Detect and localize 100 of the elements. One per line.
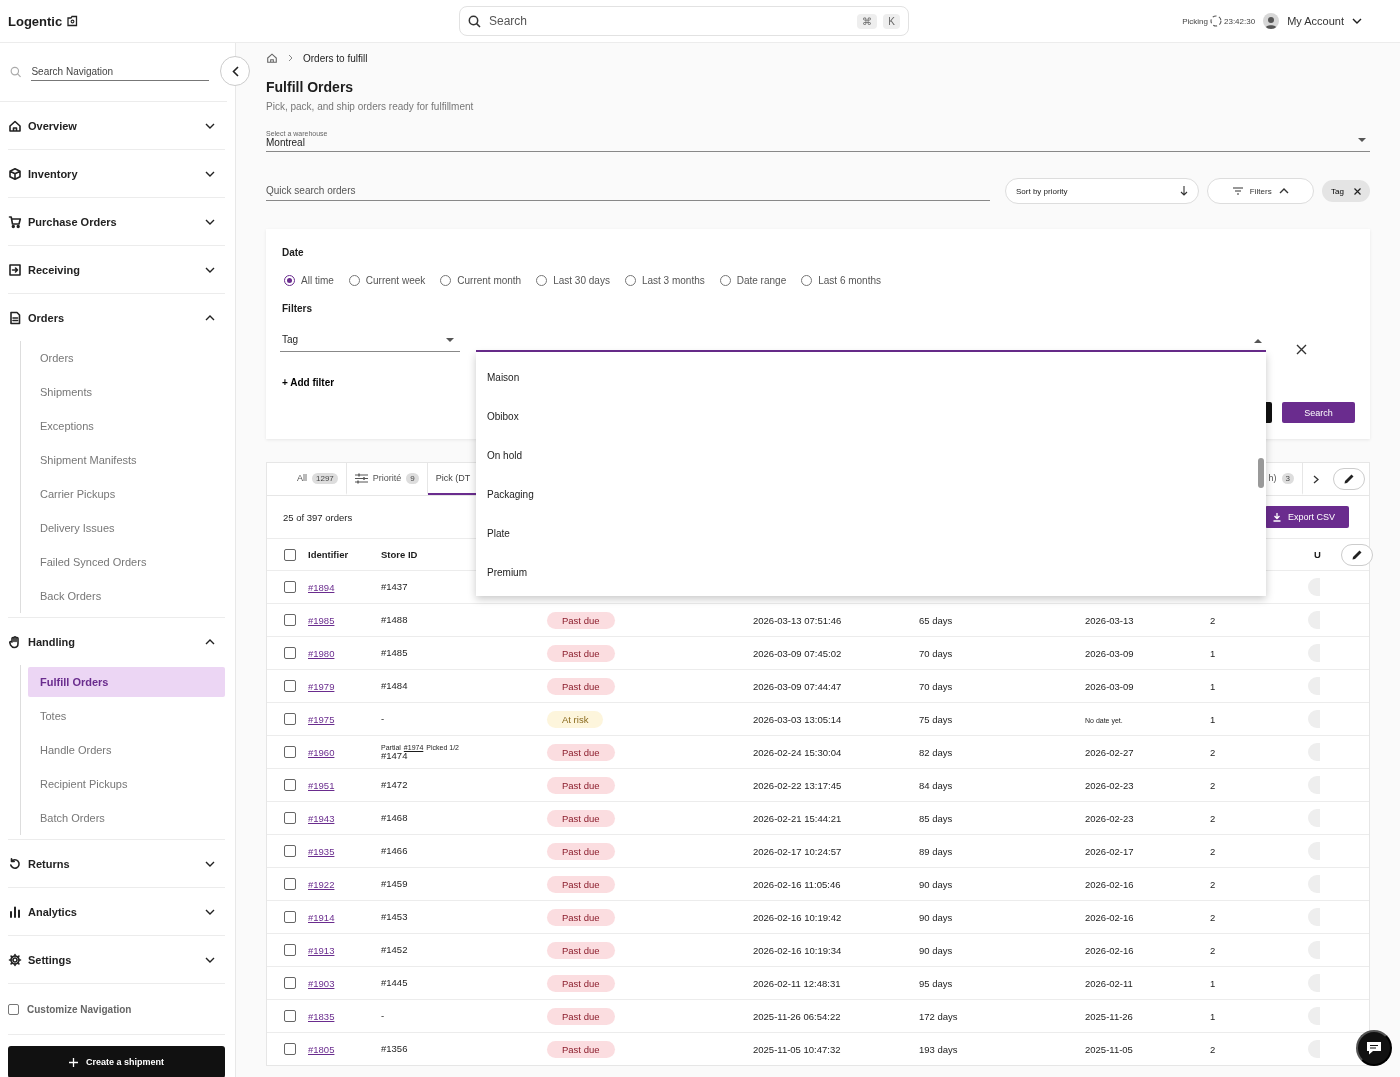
edit-columns-button[interactable] bbox=[1340, 543, 1373, 566]
scrollbar-thumb[interactable] bbox=[1258, 458, 1264, 488]
chat-button[interactable] bbox=[1356, 1030, 1392, 1066]
order-link[interactable]: #1805 bbox=[308, 1043, 335, 1055]
order-link[interactable]: #1935 bbox=[308, 845, 335, 857]
collapse-sidebar-button[interactable] bbox=[220, 56, 250, 86]
order-link[interactable]: #1922 bbox=[308, 878, 335, 890]
nav-item[interactable]: Totes bbox=[28, 699, 225, 733]
column-header[interactable]: U bbox=[1314, 549, 1321, 560]
create-shipment-button[interactable]: Create a shipment bbox=[8, 1046, 225, 1077]
date-option[interactable]: Last 3 months bbox=[624, 275, 705, 286]
order-link[interactable]: #1975 bbox=[308, 713, 335, 725]
nav-item[interactable]: Batch Orders bbox=[28, 801, 225, 835]
order-link[interactable]: #1980 bbox=[308, 647, 335, 659]
nav-item[interactable]: Carrier Pickups bbox=[28, 477, 225, 511]
date-option[interactable]: Current week bbox=[348, 275, 426, 286]
export-csv-button[interactable]: Export CSV bbox=[1264, 506, 1349, 528]
row-checkbox[interactable] bbox=[284, 977, 296, 989]
table-cell-text: #1437 bbox=[381, 582, 409, 592]
column-header[interactable]: Identifier bbox=[308, 549, 381, 560]
checkbox[interactable] bbox=[8, 1003, 19, 1015]
order-link[interactable]: #1979 bbox=[308, 680, 335, 692]
search-button[interactable]: Search bbox=[1282, 402, 1355, 423]
nav-section[interactable]: Settings bbox=[8, 936, 225, 983]
order-link[interactable]: #1951 bbox=[308, 779, 335, 791]
date-option[interactable]: Date range bbox=[719, 275, 787, 286]
date-option[interactable]: Last 30 days bbox=[536, 275, 610, 286]
row-checkbox[interactable] bbox=[284, 911, 296, 923]
row-checkbox[interactable] bbox=[284, 647, 296, 659]
row-checkbox[interactable] bbox=[284, 713, 296, 725]
row-checkbox[interactable] bbox=[284, 845, 296, 857]
dropdown-option[interactable]: Premium bbox=[476, 553, 1266, 592]
nav-item[interactable]: Failed Synced Orders bbox=[28, 545, 225, 579]
filter-field-select[interactable]: Tag bbox=[280, 330, 460, 352]
breadcrumb-item[interactable]: Orders to fulfill bbox=[303, 52, 368, 64]
nav-section[interactable]: Overview bbox=[8, 102, 225, 149]
order-link[interactable]: #1913 bbox=[308, 944, 335, 956]
nav-section[interactable]: Purchase Orders bbox=[8, 198, 225, 245]
nav-section[interactable]: Receiving bbox=[8, 246, 225, 293]
order-link[interactable]: #1894 bbox=[308, 581, 335, 593]
chevron-icon bbox=[205, 122, 215, 129]
nav-item[interactable]: Exceptions bbox=[28, 409, 225, 443]
account-menu[interactable]: My Account bbox=[1287, 15, 1344, 27]
table-cell: 2026-03-13 07:51:46 bbox=[753, 614, 842, 626]
search-input[interactable]: Search bbox=[487, 13, 852, 29]
nav-section[interactable]: Handling bbox=[8, 618, 225, 665]
nav-section[interactable]: Orders bbox=[8, 294, 225, 341]
row-checkbox[interactable] bbox=[284, 746, 296, 758]
chat-icon bbox=[1365, 1039, 1383, 1057]
filters-button[interactable]: Filters bbox=[1207, 178, 1315, 204]
nav-item[interactable]: Handle Orders bbox=[28, 733, 225, 767]
sliders-icon bbox=[354, 472, 368, 484]
edit-tabs-button[interactable] bbox=[1333, 468, 1365, 490]
remove-filter-button[interactable] bbox=[1294, 342, 1308, 356]
dropdown-option[interactable]: Maison bbox=[476, 358, 1266, 397]
nav-item[interactable]: Shipments bbox=[28, 375, 225, 409]
order-link[interactable]: #1903 bbox=[308, 977, 335, 989]
order-link[interactable]: #1960 bbox=[308, 746, 335, 758]
nav-section[interactable]: Returns bbox=[8, 840, 225, 887]
nav-item[interactable]: Delivery Issues bbox=[28, 511, 225, 545]
order-link[interactable]: #1985 bbox=[308, 614, 335, 626]
nav-item[interactable]: Orders bbox=[28, 341, 225, 375]
arrow-down-icon bbox=[1180, 186, 1189, 196]
table-cell: 1 bbox=[1210, 1010, 1216, 1022]
filter-chip[interactable]: Tag bbox=[1322, 180, 1370, 202]
nav-item[interactable]: Fulfill Orders bbox=[28, 667, 225, 697]
nav-section[interactable]: Inventory bbox=[8, 150, 225, 197]
row-checkbox[interactable] bbox=[284, 878, 296, 890]
status-badge: Past due bbox=[547, 611, 615, 629]
row-checkbox[interactable] bbox=[284, 614, 296, 626]
dropdown-option[interactable]: Obibox bbox=[476, 397, 1266, 436]
row-checkbox[interactable] bbox=[284, 779, 296, 791]
table-cell: 2 bbox=[1210, 746, 1216, 758]
nav-item[interactable]: Recipient Pickups bbox=[28, 767, 225, 801]
row-checkbox[interactable] bbox=[284, 680, 296, 692]
row-checkbox[interactable] bbox=[284, 1043, 296, 1055]
row-checkbox[interactable] bbox=[284, 944, 296, 956]
row-checkbox[interactable] bbox=[284, 1010, 296, 1022]
nav-item[interactable]: Shipment Manifests bbox=[28, 443, 225, 477]
search-icon bbox=[10, 66, 22, 78]
navigation-search-field[interactable]: Search Navigation bbox=[31, 63, 209, 81]
order-link[interactable]: #1914 bbox=[308, 911, 335, 923]
row-checkbox[interactable] bbox=[284, 812, 296, 824]
global-search-field[interactable]: Search ⌘ K bbox=[459, 6, 909, 36]
nav-section[interactable]: Analytics bbox=[8, 888, 225, 935]
add-filter-button[interactable]: + Add filter bbox=[282, 377, 335, 388]
order-link[interactable]: #1943 bbox=[308, 812, 335, 824]
date-option[interactable]: All time bbox=[284, 275, 334, 286]
date-option[interactable]: Current month bbox=[440, 275, 522, 286]
home-icon[interactable] bbox=[266, 52, 278, 64]
order-link[interactable]: #1835 bbox=[308, 1010, 335, 1022]
dropdown-option[interactable]: Plate bbox=[476, 514, 1266, 553]
select-all-checkbox[interactable] bbox=[284, 548, 296, 561]
table-cell: 2026-02-27 bbox=[1085, 746, 1134, 758]
nav-item[interactable]: Back Orders bbox=[28, 579, 225, 613]
date-option[interactable]: Last 6 months bbox=[801, 275, 881, 286]
row-checkbox[interactable] bbox=[284, 581, 296, 593]
home-icon bbox=[8, 118, 22, 133]
quick-search-field[interactable]: Quick search orders bbox=[266, 181, 990, 201]
sort-button[interactable]: Sort by priority bbox=[1005, 178, 1200, 204]
